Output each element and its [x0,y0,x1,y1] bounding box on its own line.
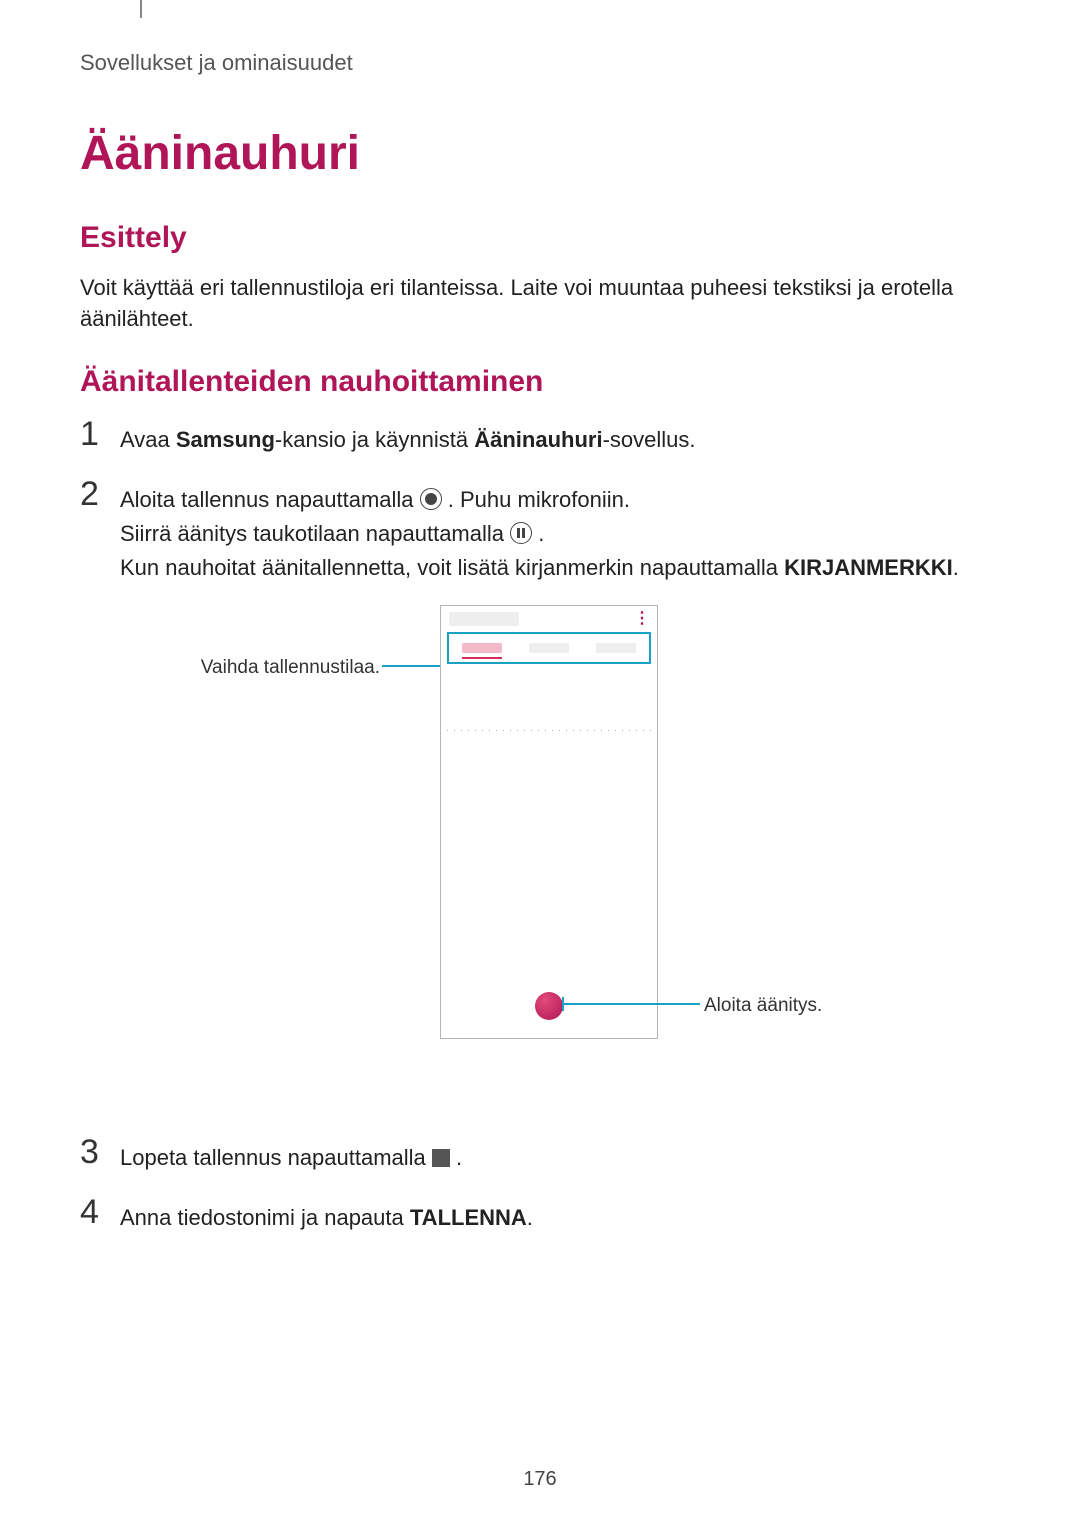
step-body: Avaa Samsung-kansio ja käynnistä Ääninau… [120,417,695,457]
text: . [953,555,959,580]
text: Lopeta tallennus napauttamalla [120,1145,432,1170]
callout-left-line [382,665,446,667]
text: -kansio ja käynnistä [275,427,474,452]
step-3: 3 Lopeta tallennus napauttamalla . [80,1135,1000,1175]
callout-right: Aloita äänitys. [704,995,822,1017]
tab-selected[interactable] [462,643,502,653]
phone-title-bar: ⋮ [441,606,657,632]
text: Siirrä äänitys taukotilaan napauttamalla [120,521,510,546]
step-number: 1 [80,417,120,451]
intro-body: Voit käyttää eri tallennustiloja eri til… [80,273,1000,335]
tab-item[interactable] [529,643,569,653]
text: Avaa [120,427,176,452]
recording-mode-tabs[interactable] [447,632,651,664]
text: . [538,521,544,546]
bold-text: Ääninauhuri [474,427,602,452]
timeline-ruler [441,724,657,738]
page-number: 176 [0,1468,1080,1491]
breadcrumb: Sovellukset ja ominaisuudet [80,50,1000,76]
step-1: 1 Avaa Samsung-kansio ja käynnistä Äänin… [80,417,1000,457]
bold-text: KIRJANMERKKI [784,555,953,580]
step-number: 2 [80,477,120,511]
step-number: 4 [80,1195,120,1229]
bold-text: TALLENNA [410,1205,527,1230]
text: -sovellus. [603,427,696,452]
callout-right-line [564,1003,700,1005]
callout-left: Vaihda tallennustilaa. [180,657,380,679]
step-2: 2 Aloita tallennus napauttamalla . Puhu … [80,477,1000,585]
app-title-placeholder [449,612,519,626]
tab-item[interactable] [596,643,636,653]
steps-list: 1 Avaa Samsung-kansio ja käynnistä Äänin… [80,417,1000,585]
figure: Vaihda tallennustilaa. ⋮ Aloita äänitys. [80,605,1000,1105]
text: . Puhu mikrofoniin. [448,487,630,512]
step-body: Lopeta tallennus napauttamalla . [120,1135,462,1175]
page-title: Ääninauhuri [80,126,1000,181]
record-button[interactable] [535,992,563,1020]
text: . [527,1205,533,1230]
step-body: Anna tiedostonimi ja napauta TALLENNA. [120,1195,533,1235]
text: . [456,1145,462,1170]
intro-heading: Esittely [80,221,1000,255]
text: Aloita tallennus napauttamalla [120,487,420,512]
page: Sovellukset ja ominaisuudet Ääninauhuri … [0,0,1080,1527]
step-4: 4 Anna tiedostonimi ja napauta TALLENNA. [80,1195,1000,1235]
step-number: 3 [80,1135,120,1169]
stop-icon [432,1149,450,1167]
phone-mockup: ⋮ [440,605,658,1039]
text: Anna tiedostonimi ja napauta [120,1205,410,1230]
top-rule [140,0,142,18]
pause-icon [510,522,532,544]
text: Kun nauhoitat äänitallennetta, voit lisä… [120,555,784,580]
steps-list-cont: 3 Lopeta tallennus napauttamalla . 4 Ann… [80,1135,1000,1235]
bold-text: Samsung [176,427,275,452]
record-icon [420,488,442,510]
recording-heading: Äänitallenteiden nauhoittaminen [80,365,1000,399]
more-icon[interactable]: ⋮ [634,611,649,627]
step-body: Aloita tallennus napauttamalla . Puhu mi… [120,477,959,585]
